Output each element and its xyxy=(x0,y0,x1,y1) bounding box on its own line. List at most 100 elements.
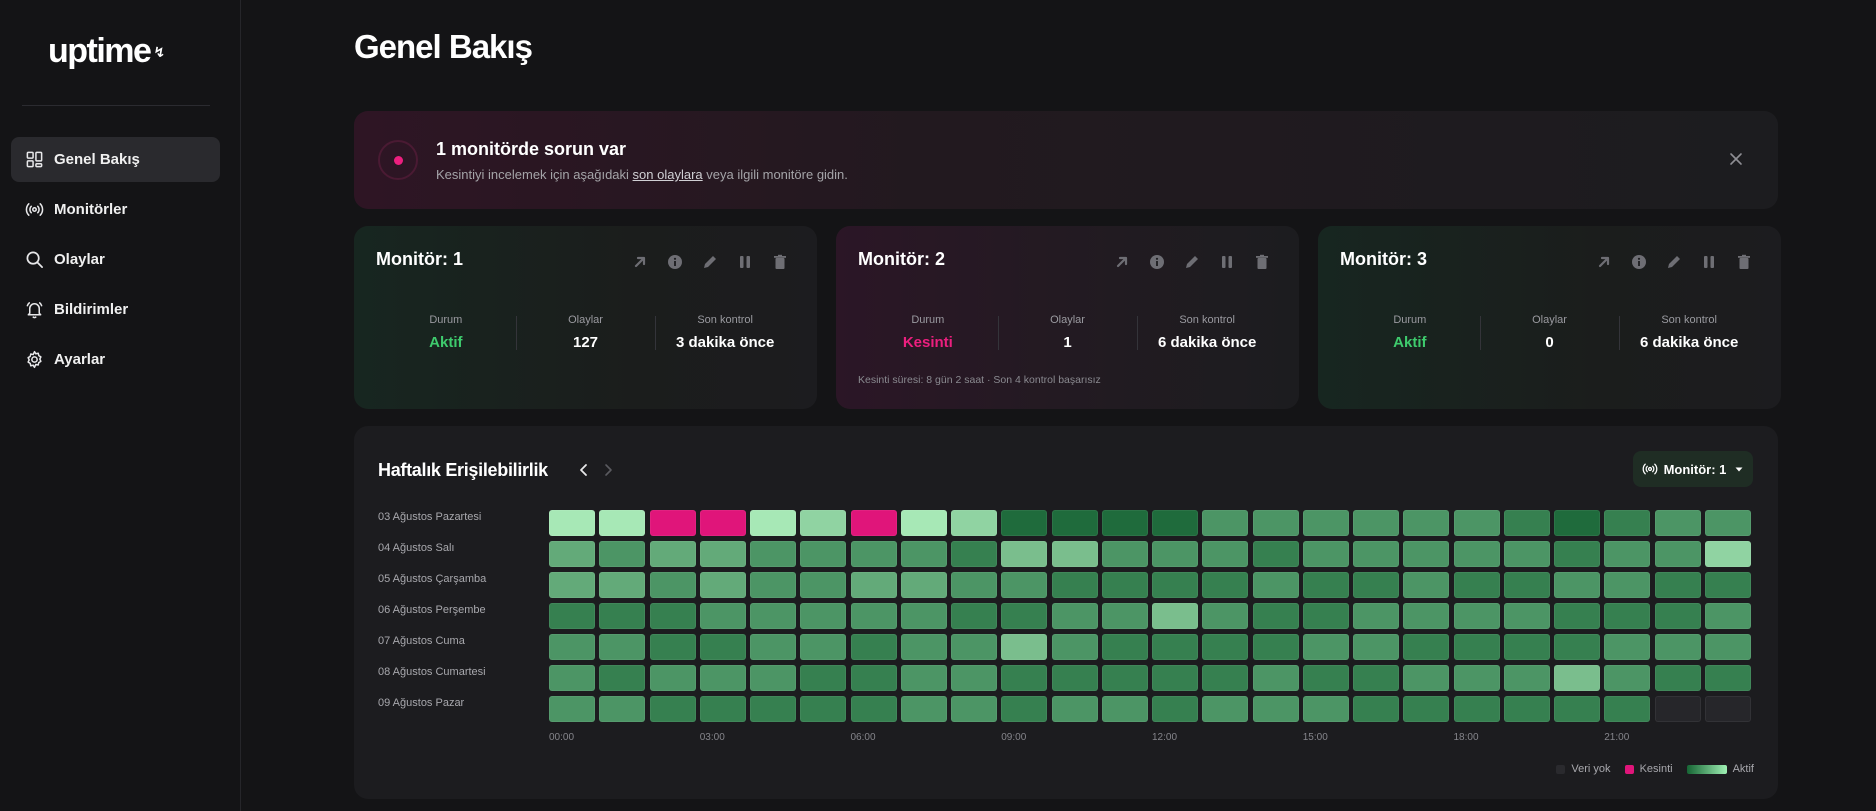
heatmap-cell-up[interactable] xyxy=(800,696,847,722)
heatmap-cell-up[interactable] xyxy=(1001,696,1048,722)
heatmap-cell-up[interactable] xyxy=(1503,541,1550,567)
external-link-icon[interactable] xyxy=(631,253,649,271)
heatmap-cell-down[interactable] xyxy=(649,510,696,536)
heatmap-cell-up[interactable] xyxy=(1453,510,1500,536)
heatmap-cell-up[interactable] xyxy=(1503,510,1550,536)
external-link-icon[interactable] xyxy=(1595,253,1613,271)
heatmap-cell-up[interactable] xyxy=(1704,572,1751,598)
heatmap-cell-up[interactable] xyxy=(850,572,897,598)
heatmap-cell-up[interactable] xyxy=(1252,510,1299,536)
info-icon[interactable] xyxy=(666,253,684,271)
heatmap-cell-up[interactable] xyxy=(1051,696,1098,722)
heatmap-cell-up[interactable] xyxy=(649,665,696,691)
heatmap-cell-up[interactable] xyxy=(549,665,595,691)
trash-icon[interactable] xyxy=(1253,253,1271,271)
heatmap-cell-up[interactable] xyxy=(1302,603,1349,629)
heatmap-cell-up[interactable] xyxy=(850,603,897,629)
heatmap-cell-up[interactable] xyxy=(900,665,947,691)
sidebar-item-ayarlar[interactable]: Ayarlar xyxy=(11,337,220,382)
sidebar-item-olaylar[interactable]: Olaylar xyxy=(11,237,220,282)
heatmap-cell-up[interactable] xyxy=(800,541,847,567)
heatmap-cell-up[interactable] xyxy=(549,603,595,629)
heatmap-cell-up[interactable] xyxy=(1604,510,1651,536)
heatmap-cell-up[interactable] xyxy=(1302,541,1349,567)
heatmap-cell-up[interactable] xyxy=(699,572,746,598)
heatmap-cell-up[interactable] xyxy=(699,665,746,691)
heatmap-cell-up[interactable] xyxy=(1503,634,1550,660)
heatmap-cell-up[interactable] xyxy=(1152,572,1198,598)
heatmap-cell-up[interactable] xyxy=(1554,541,1600,567)
heatmap-cell-up[interactable] xyxy=(1252,696,1299,722)
heatmap-cell-up[interactable] xyxy=(850,665,897,691)
heatmap-cell-up[interactable] xyxy=(750,603,796,629)
heatmap-cell-up[interactable] xyxy=(1403,634,1450,660)
heatmap-cell-up[interactable] xyxy=(1654,665,1701,691)
heatmap-cell-up[interactable] xyxy=(1403,665,1450,691)
heatmap-cell-up[interactable] xyxy=(699,696,746,722)
heatmap-cell-up[interactable] xyxy=(1353,603,1399,629)
heatmap-cell-up[interactable] xyxy=(1101,665,1148,691)
heatmap-cell-up[interactable] xyxy=(951,634,997,660)
heatmap-cell-up[interactable] xyxy=(649,696,696,722)
external-link-icon[interactable] xyxy=(1113,253,1131,271)
heatmap-cell-up[interactable] xyxy=(1101,510,1148,536)
heatmap-cell-up[interactable] xyxy=(1353,541,1399,567)
trash-icon[interactable] xyxy=(1735,253,1753,271)
heatmap-cell-up[interactable] xyxy=(1704,541,1751,567)
heatmap-cell-up[interactable] xyxy=(599,603,646,629)
heatmap-cell-up[interactable] xyxy=(549,510,595,536)
heatmap-cell-up[interactable] xyxy=(1654,634,1701,660)
heatmap-cell-up[interactable] xyxy=(1051,665,1098,691)
heatmap-cell-up[interactable] xyxy=(649,634,696,660)
heatmap-cell-up[interactable] xyxy=(1202,634,1249,660)
pencil-icon[interactable] xyxy=(1183,253,1201,271)
heatmap-cell-up[interactable] xyxy=(1403,603,1450,629)
monitor-card-title[interactable]: Monitör: 3 xyxy=(1340,249,1427,270)
heatmap-cell-up[interactable] xyxy=(951,696,997,722)
heatmap-cell-up[interactable] xyxy=(1001,634,1048,660)
heatmap-cell-up[interactable] xyxy=(800,510,847,536)
monitor-card[interactable]: Monitör: 1 Durum Aktif Olaylar 127 Son k… xyxy=(354,226,817,409)
heatmap-cell-up[interactable] xyxy=(1001,665,1048,691)
heatmap-cell-up[interactable] xyxy=(1001,572,1048,598)
sidebar-item-genel-bakis[interactable]: Genel Bakış xyxy=(11,137,220,182)
heatmap-cell-up[interactable] xyxy=(699,634,746,660)
heatmap-cell-up[interactable] xyxy=(1604,696,1651,722)
heatmap-cell-up[interactable] xyxy=(1353,510,1399,536)
heatmap-cell-up[interactable] xyxy=(800,634,847,660)
heatmap-cell-up[interactable] xyxy=(1152,665,1198,691)
heatmap-cell-up[interactable] xyxy=(1554,634,1600,660)
heatmap-cell-up[interactable] xyxy=(1101,603,1148,629)
heatmap-cell-up[interactable] xyxy=(1101,541,1148,567)
heatmap-cell-up[interactable] xyxy=(800,603,847,629)
heatmap-cell-up[interactable] xyxy=(1001,603,1048,629)
heatmap-cell-up[interactable] xyxy=(1704,634,1751,660)
heatmap-cell-up[interactable] xyxy=(1604,603,1651,629)
heatmap-cell-up[interactable] xyxy=(1252,634,1299,660)
heatmap-cell-up[interactable] xyxy=(599,696,646,722)
heatmap-cell-up[interactable] xyxy=(1654,541,1701,567)
monitor-card[interactable]: Monitör: 2 Durum Kesinti Olaylar 1 Son k… xyxy=(836,226,1299,409)
heatmap-cell-up[interactable] xyxy=(1704,510,1751,536)
heatmap-cell-up[interactable] xyxy=(1554,665,1600,691)
heatmap-cell-up[interactable] xyxy=(750,510,796,536)
chevron-left-icon[interactable] xyxy=(576,462,592,478)
heatmap-cell-up[interactable] xyxy=(1202,541,1249,567)
heatmap-cell-up[interactable] xyxy=(1152,603,1198,629)
heatmap-cell-up[interactable] xyxy=(1604,572,1651,598)
heatmap-cell-up[interactable] xyxy=(1051,634,1098,660)
heatmap-cell-up[interactable] xyxy=(850,696,897,722)
heatmap-cell-up[interactable] xyxy=(1453,603,1500,629)
heatmap-cell-up[interactable] xyxy=(750,541,796,567)
heatmap-cell-up[interactable] xyxy=(1503,665,1550,691)
monitor-card[interactable]: Monitör: 3 Durum Aktif Olaylar 0 Son kon… xyxy=(1318,226,1781,409)
pencil-icon[interactable] xyxy=(1665,253,1683,271)
heatmap-cell-up[interactable] xyxy=(1704,665,1751,691)
heatmap-cell-down[interactable] xyxy=(699,510,746,536)
heatmap-cell-up[interactable] xyxy=(1202,696,1249,722)
recent-events-link[interactable]: son olaylara xyxy=(633,167,703,182)
heatmap-cell-up[interactable] xyxy=(649,603,696,629)
heatmap-cell-up[interactable] xyxy=(1051,510,1098,536)
heatmap-cell-up[interactable] xyxy=(1202,510,1249,536)
info-icon[interactable] xyxy=(1630,253,1648,271)
